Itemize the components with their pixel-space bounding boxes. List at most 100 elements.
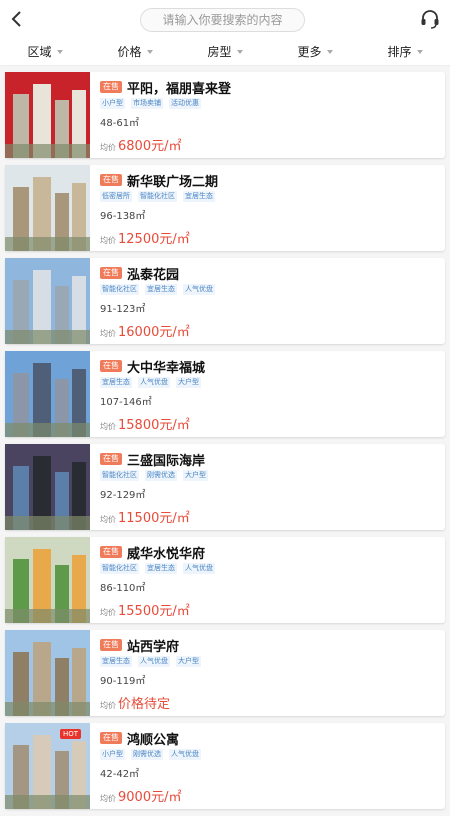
feature-tag: 大户型 <box>176 656 201 667</box>
headset-icon[interactable] <box>418 7 442 31</box>
listing-photo <box>5 351 90 437</box>
price-label: 均价 <box>100 794 116 803</box>
listing-info: 在售 大中华幸福城 宜居生态 人气优盘 大户型 107-146㎡ 均价 15800元… <box>90 351 445 437</box>
area-range: 96-138㎡ <box>100 211 146 222</box>
area-range: 90-119㎡ <box>100 676 146 687</box>
price-label: 均价 <box>100 422 116 431</box>
listing-name: 新华联广场二期 <box>127 174 219 190</box>
feature-tag: 活动优惠 <box>169 98 201 109</box>
price-row: 均价 15500元/㎡ <box>100 600 190 619</box>
listing-name: 鸿顺公寓 <box>127 732 180 748</box>
filter-region[interactable]: 区域 <box>0 38 90 65</box>
tag-list: 智能化社区 刚需优选 大户型 <box>100 470 445 482</box>
listing-info: 在售 三盛国际海岸 智能化社区 刚需优选 大户型 92-129㎡ 均价 11500元… <box>90 444 445 530</box>
caret-down-icon <box>236 50 243 54</box>
listing-info: 在售 站西学府 宜居生态 人气优盘 大户型 90-119㎡ 均价 价格待定 <box>90 630 445 716</box>
price-row: 均价 15800元/㎡ <box>100 414 190 433</box>
search-input[interactable]: 请输入你要搜索的内容 <box>140 8 305 32</box>
feature-tag: 低密居所 <box>100 191 132 202</box>
listing-info: 在售 平阳，福朋喜来登 小户型 市场卖铺 活动优惠 48-61㎡ 均价 6800元/… <box>90 72 445 158</box>
price-row: 均价 价格待定 <box>100 693 170 712</box>
top-bar: 请输入你要搜索的内容 <box>0 0 450 38</box>
tag-list: 智能化社区 宜居生态 人气优盘 <box>100 563 445 575</box>
feature-tag: 人气优盘 <box>169 749 201 760</box>
price-value: 价格待定 <box>118 697 171 712</box>
caret-down-icon <box>326 50 333 54</box>
price-label: 均价 <box>100 701 116 710</box>
listing-name: 大中华幸福城 <box>127 360 206 376</box>
feature-tag: 大户型 <box>176 377 201 388</box>
listing-card[interactable]: 在售 泓泰花园 智能化社区 宜居生态 人气优盘 91-123㎡ 均价 16000元/… <box>5 258 445 344</box>
price-value: 6800元/㎡ <box>118 139 182 154</box>
price-value: 12500元/㎡ <box>118 232 190 247</box>
price-label: 均价 <box>100 515 116 524</box>
tag-list: 智能化社区 宜居生态 人气优盘 <box>100 284 445 296</box>
price-value: 16000元/㎡ <box>118 325 190 340</box>
listing-photo <box>5 72 90 158</box>
filter-layout[interactable]: 房型 <box>180 38 270 65</box>
area-range: 86-110㎡ <box>100 583 146 594</box>
price-value: 9000元/㎡ <box>118 790 182 805</box>
feature-tag: 刚需优选 <box>145 470 177 481</box>
listing-card[interactable]: 在售 站西学府 宜居生态 人气优盘 大户型 90-119㎡ 均价 价格待定 <box>5 630 445 716</box>
caret-down-icon <box>146 50 153 54</box>
chevron-left-icon[interactable] <box>6 8 28 30</box>
tag-list: 小户型 刚需优选 人气优盘 <box>100 749 445 761</box>
price-row: 均价 6800元/㎡ <box>100 135 181 154</box>
listing-photo <box>5 258 90 344</box>
price-value: 15800元/㎡ <box>118 418 190 433</box>
area-range: 48-61㎡ <box>100 118 140 129</box>
tag-list: 低密居所 智能化社区 宜居生态 <box>100 191 445 203</box>
status-badge: 在售 <box>100 639 122 651</box>
hot-badge: HOT <box>60 729 82 739</box>
price-label: 均价 <box>100 236 116 245</box>
status-badge: 在售 <box>100 267 122 279</box>
listing-info: 在售 威华水悦华府 智能化社区 宜居生态 人气优盘 86-110㎡ 均价 15500… <box>90 537 445 623</box>
feature-tag: 智能化社区 <box>100 563 139 574</box>
feature-tag: 智能化社区 <box>138 191 177 202</box>
price-row: 均价 12500元/㎡ <box>100 228 190 247</box>
listing-info: 在售 鸿顺公寓 小户型 刚需优选 人气优盘 42-42㎡ 均价 9000元/㎡ <box>90 723 445 809</box>
listing-name: 三盛国际海岸 <box>127 453 206 469</box>
price-row: 均价 16000元/㎡ <box>100 321 190 340</box>
feature-tag: 刚需优选 <box>131 749 163 760</box>
tag-list: 宜居生态 人气优盘 大户型 <box>100 377 445 389</box>
listing-photo <box>5 537 90 623</box>
area-range: 42-42㎡ <box>100 769 140 780</box>
tag-list: 小户型 市场卖铺 活动优惠 <box>100 98 445 110</box>
listing-photo: HOT <box>5 723 90 809</box>
listing-info: 在售 新华联广场二期 低密居所 智能化社区 宜居生态 96-138㎡ 均价 1250… <box>90 165 445 251</box>
listing-photo <box>5 630 90 716</box>
price-row: 均价 9000元/㎡ <box>100 786 181 805</box>
price-label: 均价 <box>100 608 116 617</box>
feature-tag: 小户型 <box>100 98 125 109</box>
listing-card[interactable]: 在售 大中华幸福城 宜居生态 人气优盘 大户型 107-146㎡ 均价 15800元… <box>5 351 445 437</box>
status-badge: 在售 <box>100 360 122 372</box>
listing-card[interactable]: HOT 在售 鸿顺公寓 小户型 刚需优选 人气优盘 42-42㎡ 均价 9000元/… <box>5 723 445 809</box>
listing-name: 威华水悦华府 <box>127 546 206 562</box>
feature-tag: 宜居生态 <box>100 656 132 667</box>
filter-price[interactable]: 价格 <box>90 38 180 65</box>
area-range: 107-146㎡ <box>100 397 152 408</box>
feature-tag: 智能化社区 <box>100 284 139 295</box>
listing-card[interactable]: 在售 新华联广场二期 低密居所 智能化社区 宜居生态 96-138㎡ 均价 1250… <box>5 165 445 251</box>
listing-card[interactable]: 在售 三盛国际海岸 智能化社区 刚需优选 大户型 92-129㎡ 均价 11500元… <box>5 444 445 530</box>
feature-tag: 人气优盘 <box>183 563 215 574</box>
listing-card[interactable]: 在售 威华水悦华府 智能化社区 宜居生态 人气优盘 86-110㎡ 均价 15500… <box>5 537 445 623</box>
status-badge: 在售 <box>100 81 122 93</box>
listing-name: 泓泰花园 <box>127 267 180 283</box>
status-badge: 在售 <box>100 546 122 558</box>
listing-card[interactable]: 在售 平阳，福朋喜来登 小户型 市场卖铺 活动优惠 48-61㎡ 均价 6800元/… <box>5 72 445 158</box>
area-range: 92-129㎡ <box>100 490 146 501</box>
price-label: 均价 <box>100 143 116 152</box>
listing-name: 站西学府 <box>127 639 180 655</box>
area-range: 91-123㎡ <box>100 304 146 315</box>
tag-list: 宜居生态 人气优盘 大户型 <box>100 656 445 668</box>
price-value: 15500元/㎡ <box>118 604 190 619</box>
feature-tag: 宜居生态 <box>145 563 177 574</box>
filter-sort[interactable]: 排序 <box>360 38 450 65</box>
feature-tag: 宜居生态 <box>100 377 132 388</box>
feature-tag: 小户型 <box>100 749 125 760</box>
filter-more[interactable]: 更多 <box>270 38 360 65</box>
feature-tag: 人气优盘 <box>138 377 170 388</box>
